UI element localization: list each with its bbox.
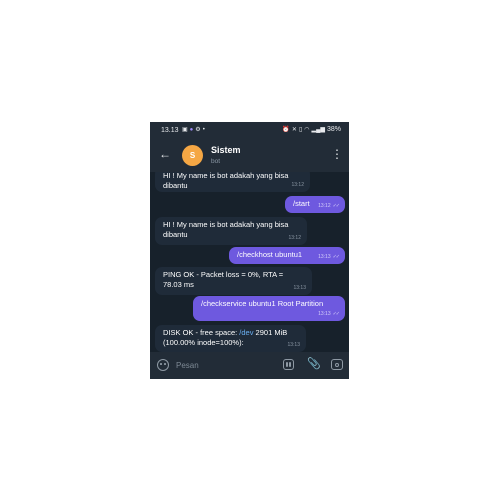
more-vert-icon[interactable]: ⋮ [331, 148, 343, 160]
message-text: HI ! My name is bot adakah yang bisa dib… [163, 172, 289, 190]
gallery-icon: ▣ [182, 127, 188, 133]
camera-icon[interactable] [331, 359, 343, 370]
message-text: /checkservice ubuntu1 Root Partition [201, 299, 324, 308]
battery-text: 38% [326, 126, 341, 133]
double-check-icon: ✓✓ [332, 311, 340, 317]
system-icons: ⏰ ✕ ▯ ◠ ▂▄▆ 38% [282, 126, 341, 134]
app-icon: ● [189, 127, 194, 133]
message-meta: 13:13 [287, 340, 300, 350]
status-bar: 13.13 ▣ ● ⚙ • ⏰ ✕ ▯ ◠ ▂▄▆ 38% [150, 122, 349, 139]
avatar[interactable]: S [182, 145, 203, 166]
chat-header: ← S Sistem bot ⋮ [150, 139, 349, 172]
message-meta: 13:13 [293, 283, 306, 293]
message-input-bar: Pesan 📎 [150, 352, 349, 379]
message-time: 13:12 [318, 203, 331, 209]
message-time: 13:13 [287, 342, 300, 348]
dot-icon: • [202, 127, 205, 133]
double-check-icon: ✓✓ [332, 203, 340, 209]
wifi-icon: ◠ [304, 127, 310, 133]
message-meta: 13:12 [288, 233, 301, 243]
message-meta: 13:12 ✓✓ [318, 201, 340, 211]
message-incoming[interactable]: HI ! My name is bot adakah yang bisa dib… [155, 172, 310, 192]
message-list[interactable]: HI ! My name is bot adakah yang bisa dib… [150, 172, 349, 352]
status-time: 13.13 [161, 127, 179, 134]
settings-icon: ⚙ [195, 127, 201, 133]
message-link[interactable]: /dev [239, 328, 253, 337]
vibrate-icon: ▯ [298, 127, 303, 133]
message-time: 13:12 [288, 235, 301, 241]
message-input[interactable]: Pesan [176, 361, 199, 370]
message-text: /checkhost ubuntu1 [237, 250, 303, 259]
message-text: PING OK - Packet loss = 0%, RTA = 78.03 … [163, 270, 284, 289]
message-incoming[interactable]: HI ! My name is bot adakah yang bisa dib… [155, 217, 307, 245]
back-arrow-icon[interactable]: ← [159, 147, 171, 161]
phone-screen: 13.13 ▣ ● ⚙ • ⏰ ✕ ▯ ◠ ▂▄▆ 38% ← S Sistem… [150, 122, 349, 379]
sticker-icon[interactable] [283, 359, 294, 370]
mute-icon: ✕ [291, 127, 297, 133]
notification-icons: ▣ ● ⚙ • [182, 126, 205, 134]
message-time: 13:12 [291, 182, 304, 188]
message-time: 13:13 [293, 285, 306, 291]
message-meta: 13:12 [291, 180, 304, 190]
emoji-icon[interactable] [157, 359, 169, 371]
message-text: /start [293, 199, 310, 208]
message-outgoing[interactable]: /checkservice ubuntu1 Root Partition 13:… [193, 296, 345, 321]
chat-subtitle: bot [211, 158, 221, 165]
alarm-icon: ⏰ [282, 127, 290, 133]
message-text: HI ! My name is bot adakah yang bisa dib… [163, 220, 289, 239]
message-incoming[interactable]: DISK OK - free space: /dev 2901 MiB (100… [155, 325, 306, 352]
message-outgoing[interactable]: /start 13:12 ✓✓ [285, 196, 345, 213]
message-time: 13:13 [318, 254, 331, 260]
message-meta: 13:13 ✓✓ [318, 309, 340, 319]
chat-title[interactable]: Sistem [211, 145, 241, 155]
attach-icon[interactable]: 📎 [307, 357, 321, 370]
message-text-prefix: DISK OK - free space: [163, 328, 240, 337]
message-incoming[interactable]: PING OK - Packet loss = 0%, RTA = 78.03 … [155, 267, 312, 295]
double-check-icon: ✓✓ [332, 254, 340, 260]
message-outgoing[interactable]: /checkhost ubuntu1 13:13 ✓✓ [229, 247, 345, 264]
message-meta: 13:13 ✓✓ [318, 252, 340, 262]
signal-icon: ▂▄▆ [311, 127, 325, 133]
avatar-letter: S [189, 151, 196, 160]
message-time: 13:13 [318, 311, 331, 317]
